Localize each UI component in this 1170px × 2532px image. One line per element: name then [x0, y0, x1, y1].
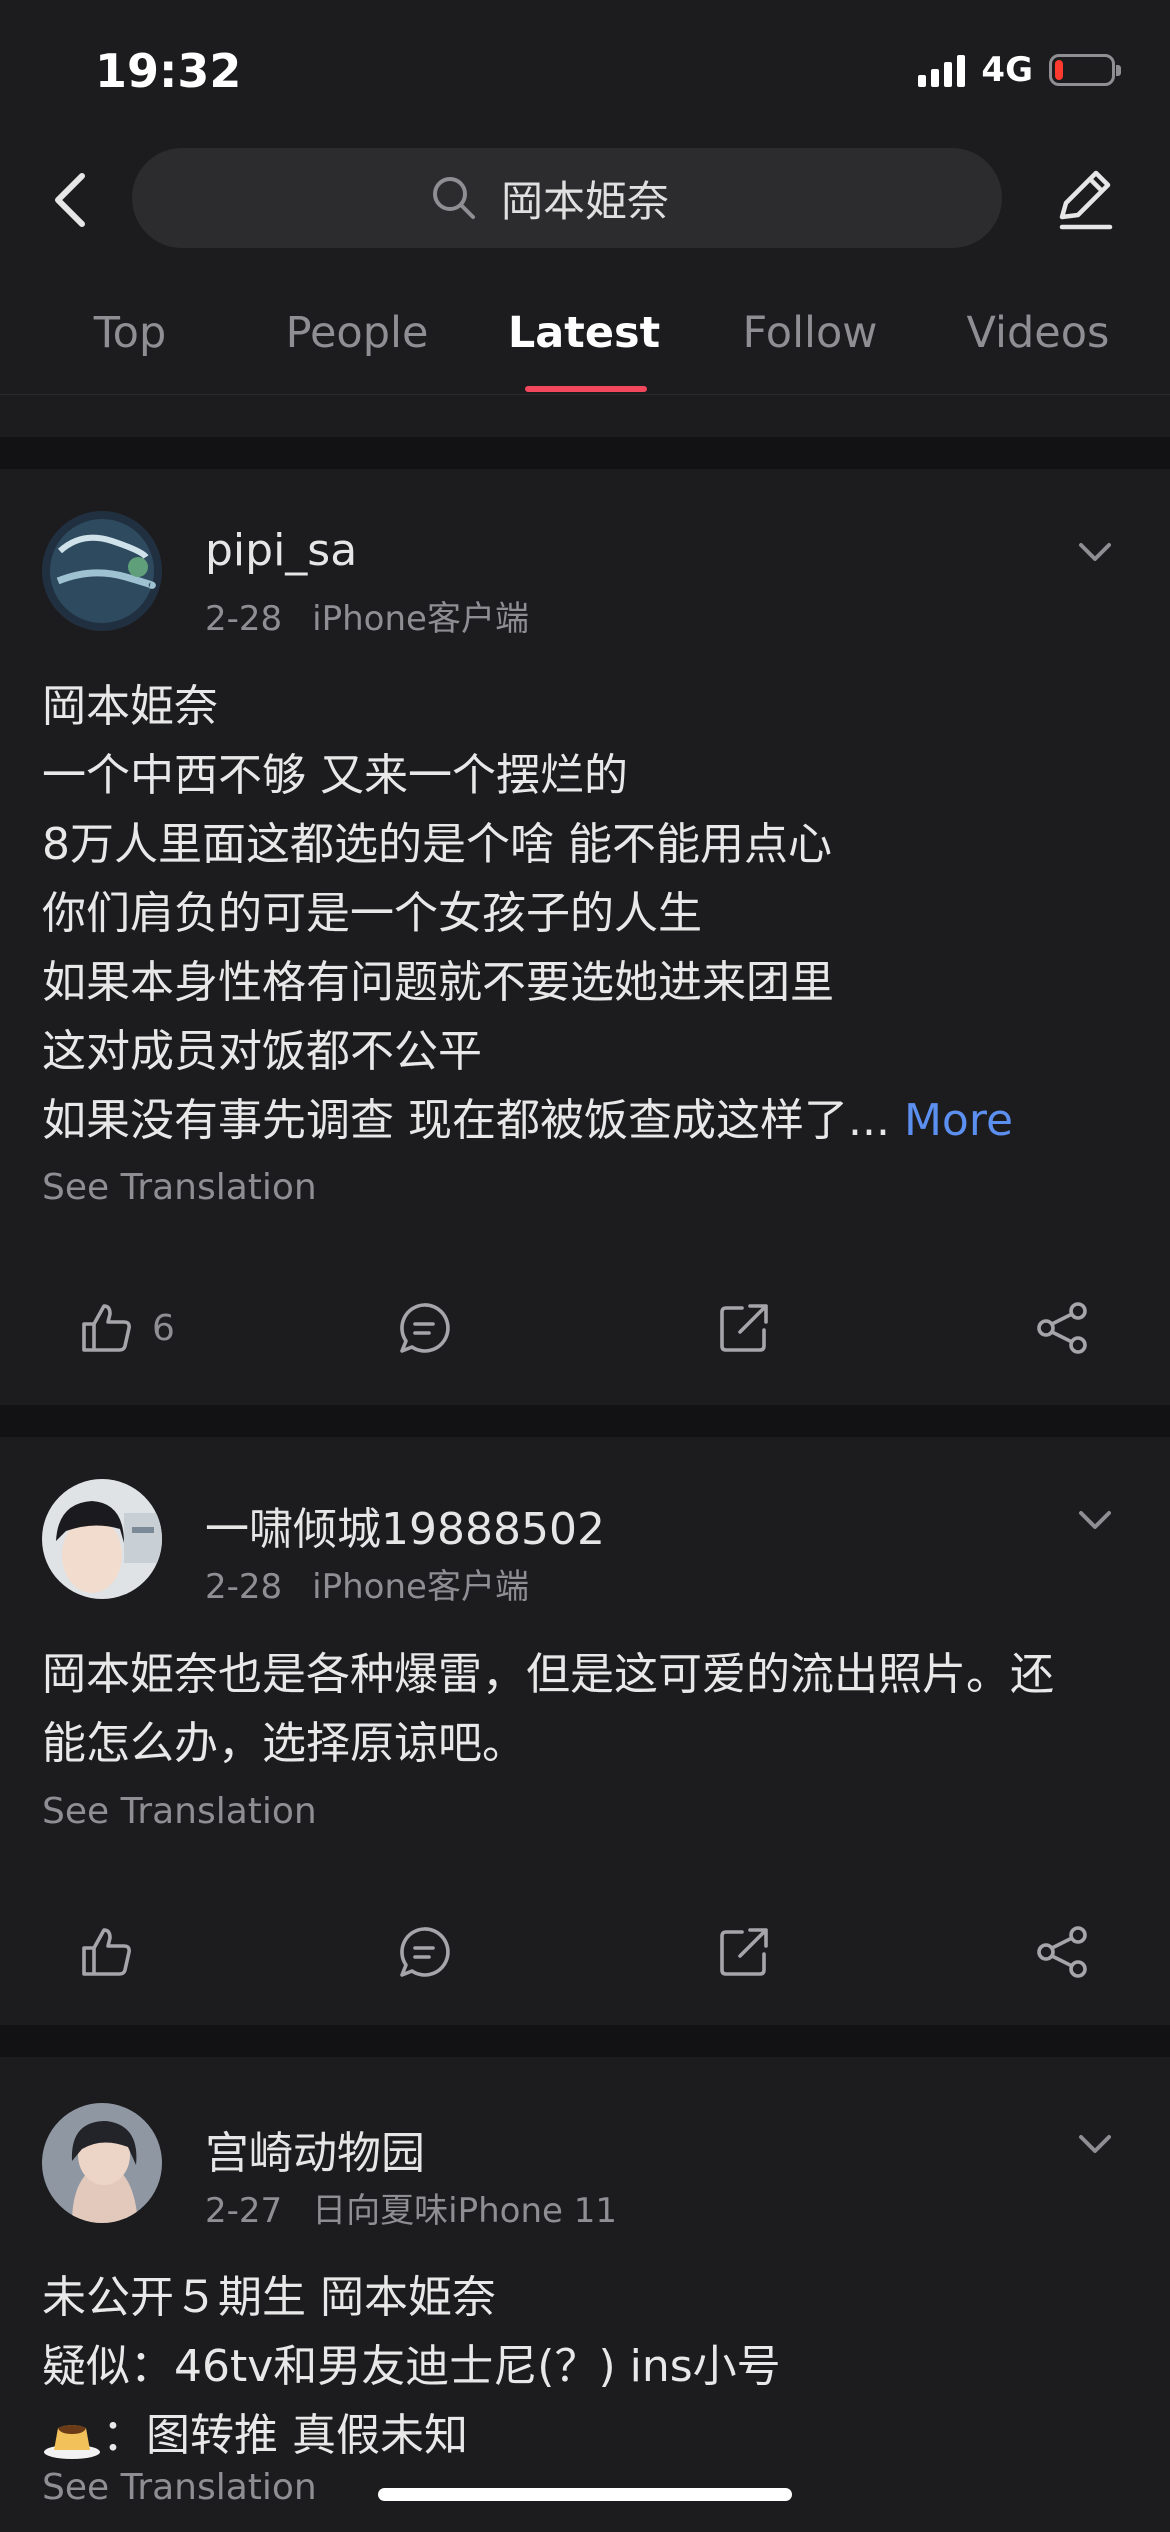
search-input[interactable]	[499, 172, 703, 224]
repost-button[interactable]	[716, 1912, 772, 1992]
home-indicator	[378, 2488, 792, 2501]
post-meta: 2-27 日向夏味iPhone 11	[205, 2183, 617, 2232]
status-time: 19:32	[95, 44, 242, 98]
post-line: 岡本姫奈也是各种爆雷，但是这可爱的流出照片。还	[42, 1649, 1054, 1700]
active-tab-indicator	[525, 386, 647, 392]
tab-videos[interactable]: Videos	[967, 308, 1110, 358]
post-line: 能怎么办，选择原谅吧。	[42, 1718, 526, 1769]
post-card: 一啸倾城19888502 2-28 iPhone客户端 岡本姫奈也是各种爆雷，但是…	[0, 1437, 1170, 2025]
section-divider	[0, 1405, 1170, 1437]
post-author[interactable]: 宫崎动物园	[205, 2117, 425, 2181]
avatar[interactable]	[42, 1479, 162, 1599]
more-link[interactable]: More	[904, 1095, 1013, 1146]
post-date: 2-28	[205, 599, 283, 639]
back-arrow-icon	[55, 173, 85, 227]
back-button[interactable]	[40, 165, 100, 235]
post-line-text: 如果没有事先调查 现在都被饭查成这样了...	[42, 1095, 890, 1146]
post-source: 日向夏味iPhone 11	[312, 2191, 618, 2231]
like-button[interactable]	[78, 1912, 152, 1992]
post-line-last: 如果没有事先调查 现在都被饭查成这样了... More	[42, 1086, 1132, 1155]
avatar[interactable]	[42, 2103, 162, 2223]
weibo-search-screen: 19:32 4G Top People	[0, 0, 1170, 2532]
section-divider	[0, 437, 1170, 469]
share-icon	[1037, 1926, 1087, 1978]
tab-people[interactable]: People	[286, 308, 429, 358]
search-icon	[433, 177, 475, 219]
comment-icon	[400, 1303, 450, 1353]
post-line: 未公开５期生 岡本姫奈	[42, 2272, 496, 2323]
post-actions	[0, 1912, 1170, 1992]
post-body: 岡本姫奈也是各种爆雷，但是这可爱的流出照片。还 能怎么办，选择原谅吧。	[42, 1640, 1132, 1778]
status-indicators: 4G	[918, 50, 1121, 90]
battery-level	[1055, 60, 1063, 80]
share-icon	[1037, 1302, 1087, 1354]
tab-latest[interactable]: Latest	[508, 308, 660, 358]
post-source: iPhone客户端	[312, 599, 529, 639]
tab-bar: Top People Latest Follow Videos	[0, 290, 1170, 395]
like-button[interactable]: 6	[78, 1288, 175, 1368]
comment-button[interactable]	[396, 1912, 452, 1992]
post-meta: 2-28 iPhone客户端	[205, 591, 529, 640]
tab-top[interactable]: Top	[94, 308, 167, 358]
post-author[interactable]: 一啸倾城19888502	[205, 1493, 605, 1557]
post-line-text: ：图转推 真假未知	[102, 2410, 468, 2461]
network-type: 4G	[981, 50, 1033, 90]
comment-icon	[400, 1927, 450, 1977]
cellular-signal-icon	[918, 53, 966, 87]
post-line: 8万人里面这都选的是个啥 能不能用点心	[42, 819, 832, 870]
post-body: 未公开５期生 岡本姫奈 疑似：46tv和男友迪士尼(？) ins小号 ：图转推 …	[42, 2263, 1132, 2470]
post-date: 2-28	[205, 1567, 283, 1607]
post-line: 你们肩负的可是一个女孩子的人生	[42, 888, 702, 939]
share-button[interactable]	[1034, 1912, 1090, 1992]
avatar-image	[42, 2103, 162, 2223]
post-line-with-emoji: ：图转推 真假未知	[42, 2401, 1132, 2470]
avatar-image	[42, 1479, 162, 1599]
post-card: 宫崎动物园 2-27 日向夏味iPhone 11 未公开５期生 岡本姫奈 疑似：4…	[0, 2057, 1170, 2532]
repost-icon	[720, 1304, 768, 1352]
tab-follow[interactable]: Follow	[743, 308, 878, 358]
comment-button[interactable]	[396, 1288, 452, 1368]
battery-icon	[1049, 54, 1121, 86]
post-body: 岡本姫奈 一个中西不够 又来一个摆烂的 8万人里面这都选的是个啥 能不能用点心 …	[42, 672, 1132, 1155]
like-icon	[82, 1304, 131, 1352]
chevron-down-icon[interactable]	[1075, 537, 1115, 567]
like-count: 6	[152, 1307, 175, 1349]
post-source: iPhone客户端	[312, 1567, 529, 1607]
see-translation-link[interactable]: See Translation	[42, 2467, 317, 2508]
post-line: 一个中西不够 又来一个摆烂的	[42, 750, 628, 801]
see-translation-link[interactable]: See Translation	[42, 1791, 317, 1832]
post-actions: 6	[0, 1288, 1170, 1368]
post-date: 2-27	[205, 2191, 283, 2231]
compose-button[interactable]	[1050, 165, 1120, 235]
repost-button[interactable]	[716, 1288, 772, 1368]
post-author[interactable]: pipi_sa	[205, 525, 357, 576]
post-meta: 2-28 iPhone客户端	[205, 1559, 529, 1608]
pencil-icon	[1059, 170, 1113, 230]
see-translation-link[interactable]: See Translation	[42, 1167, 317, 1208]
post-line: 这对成员对饭都不公平	[42, 1026, 482, 1077]
status-bar: 19:32 4G	[0, 0, 1170, 130]
avatar[interactable]	[42, 511, 162, 631]
like-icon	[82, 1928, 131, 1976]
avatar-image	[42, 511, 162, 631]
post-card: pipi_sa 2-28 iPhone客户端 岡本姫奈 一个中西不够 又来一个摆烂…	[0, 469, 1170, 1405]
chevron-down-icon[interactable]	[1075, 1505, 1115, 1535]
share-button[interactable]	[1034, 1288, 1090, 1368]
pudding-emoji-icon	[44, 2425, 100, 2459]
post-line: 如果本身性格有问题就不要选她进来团里	[42, 957, 834, 1008]
post-line: 岡本姫奈	[42, 681, 218, 732]
section-divider	[0, 2025, 1170, 2057]
repost-icon	[720, 1928, 768, 1976]
post-line: 疑似：46tv和男友迪士尼(？) ins小号	[42, 2341, 781, 2392]
search-bar[interactable]	[132, 148, 1002, 248]
chevron-down-icon[interactable]	[1075, 2129, 1115, 2159]
